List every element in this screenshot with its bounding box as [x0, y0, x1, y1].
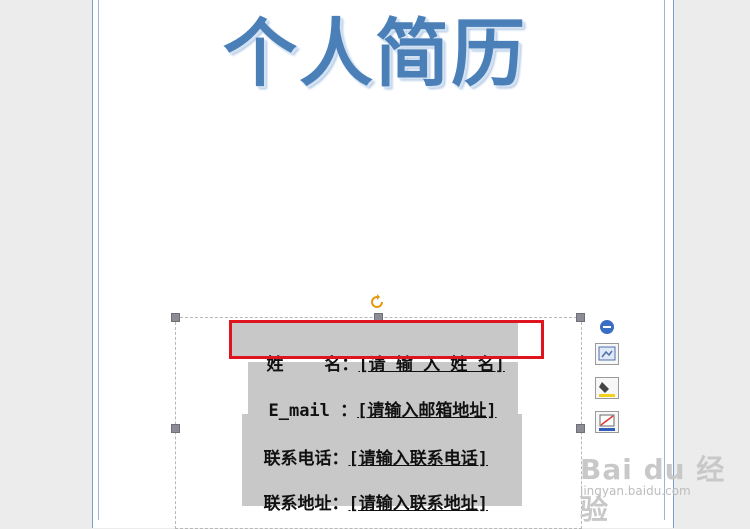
outline-icon	[599, 414, 615, 431]
layout-options-button[interactable]	[595, 343, 619, 365]
resize-handle-top-right[interactable]	[576, 313, 585, 322]
collapse-minus-icon[interactable]	[600, 320, 614, 334]
form-row-address[interactable]: 联系地址：[请输入联系地址]	[243, 469, 487, 514]
field-value[interactable]: [请输入联系地址]	[348, 494, 487, 514]
baidu-watermark: Bai du 经验 jingyan.baidu.com	[580, 448, 750, 528]
form-row-email[interactable]: E_mail ：[请输入邮箱地址]	[248, 376, 496, 421]
layout-icon	[598, 346, 616, 361]
field-value[interactable]: [请输入联系电话]	[348, 449, 487, 469]
highlight-annotation-box	[229, 320, 544, 359]
margin-line-left	[98, 0, 99, 520]
resize-handle-top-left[interactable]	[171, 313, 180, 322]
resize-handle-left[interactable]	[171, 424, 180, 433]
field-label: 联系地址：	[263, 494, 349, 514]
field-value[interactable]: [请输入邮箱地址]	[357, 401, 496, 421]
field-label: E_mail ：	[268, 401, 358, 421]
fill-icon	[599, 382, 615, 397]
rotate-handle-icon[interactable]	[369, 294, 385, 310]
resume-title[interactable]: 个人简历	[150, 0, 600, 101]
fill-color-button[interactable]	[595, 377, 619, 399]
outline-color-button[interactable]	[595, 411, 619, 433]
watermark-url: jingyan.baidu.com	[580, 484, 691, 498]
margin-line-right	[664, 0, 665, 520]
form-row-phone[interactable]: 联系电话：[请输入联系电话]	[243, 424, 487, 469]
resize-handle-right[interactable]	[576, 424, 585, 433]
field-label: 联系电话：	[263, 449, 349, 469]
